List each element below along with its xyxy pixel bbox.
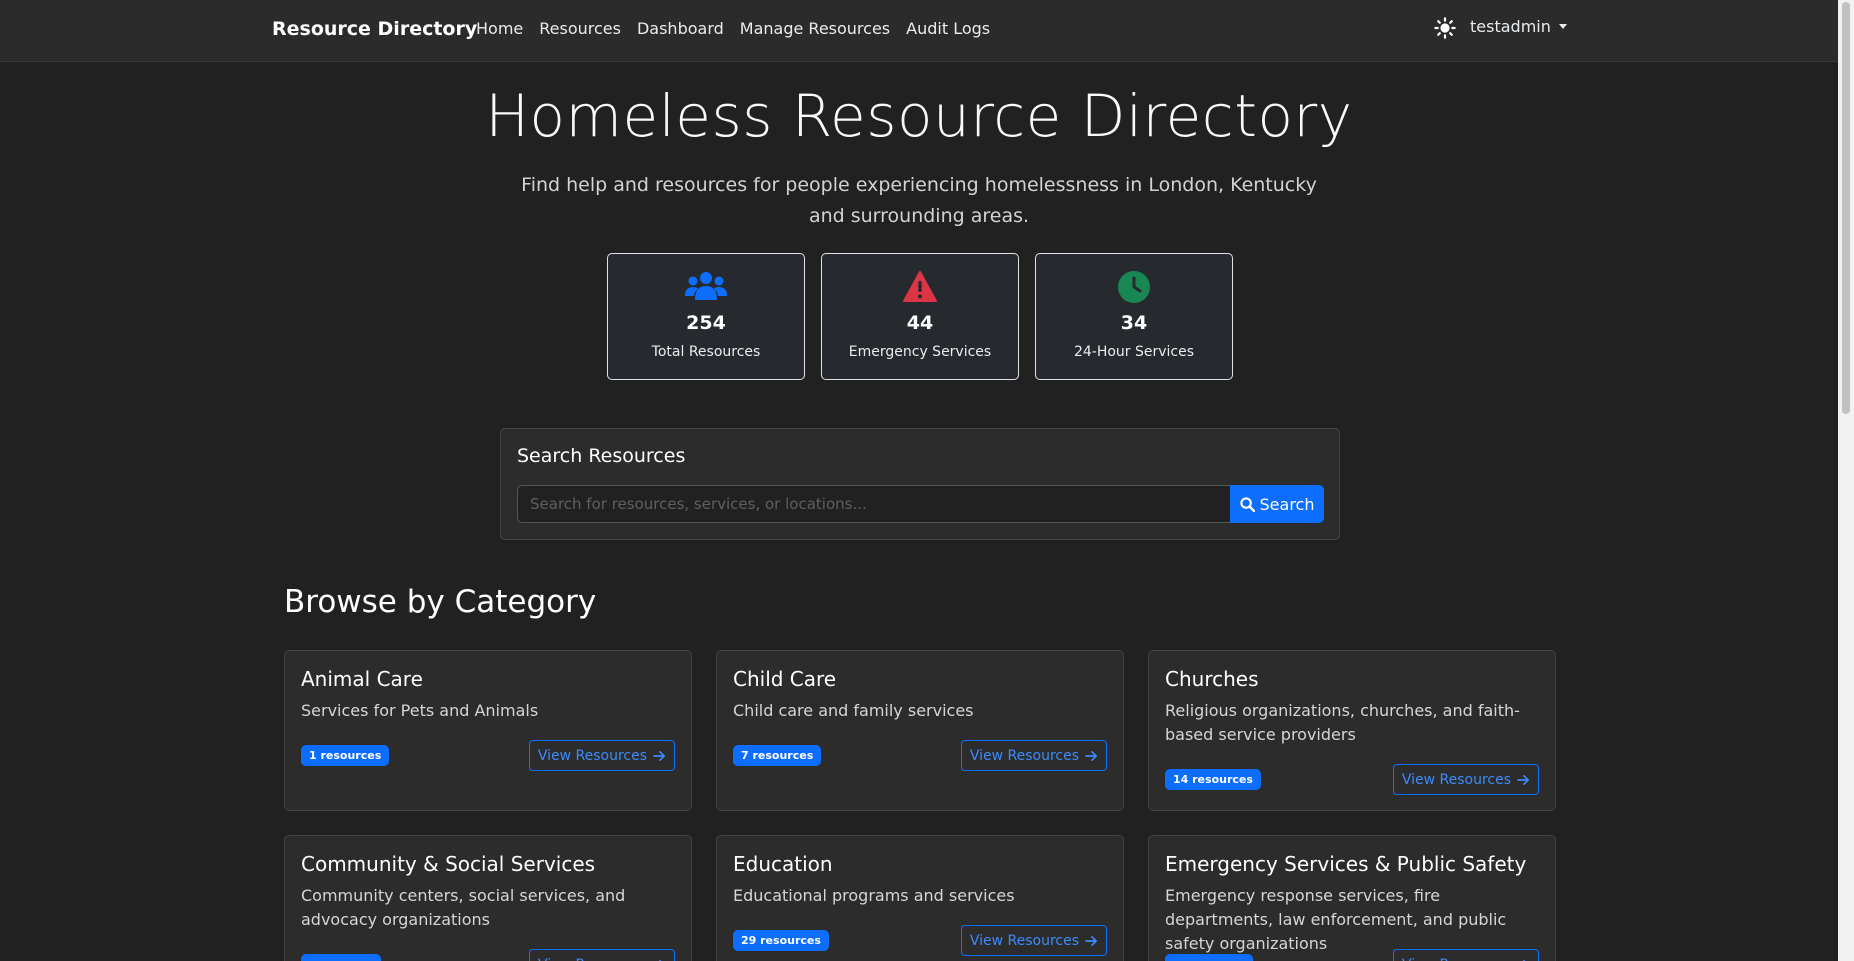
resource-count-badge — [301, 954, 381, 961]
nav-dashboard[interactable]: Dashboard — [637, 19, 724, 38]
brand-link[interactable]: Resource Directory — [272, 18, 477, 40]
stat-value: 254 — [686, 312, 726, 334]
scrollbar[interactable] — [1838, 0, 1854, 961]
category-description: Services for Pets and Animals — [301, 701, 539, 720]
page-title: Homeless Resource Directory — [485, 82, 1353, 150]
search-button[interactable]: Search — [1230, 485, 1324, 523]
stat-card-emergency: 44 Emergency Services — [821, 253, 1019, 380]
category-description: Community centers, social services, and … — [301, 886, 626, 929]
view-resources-button[interactable]: View Resources — [1392, 764, 1539, 795]
nav-links: Home Resources Dashboard Manage Resource… — [476, 19, 1006, 38]
user-menu[interactable]: testadmin — [1470, 17, 1567, 36]
resource-count-badge — [1165, 954, 1253, 961]
search-card: Search Resources Search — [500, 428, 1340, 540]
view-resources-button[interactable]: View Resources — [960, 740, 1107, 771]
stat-value: 34 — [1120, 312, 1148, 334]
arrow-right-icon — [653, 750, 666, 761]
category-card-education: Education Educational programs and servi… — [716, 835, 1124, 961]
nav-manage-resources[interactable]: Manage Resources — [740, 19, 890, 38]
view-resources-button[interactable]: View Resources — [528, 949, 675, 961]
search-title: Search Resources — [517, 445, 686, 467]
category-card-emergency-services: Emergency Services & Public Safety Emerg… — [1148, 835, 1556, 961]
category-name: Animal Care — [301, 667, 423, 691]
stat-card-total: 254 Total Resources — [607, 253, 805, 380]
resource-count-badge: 7 resources — [733, 745, 822, 766]
arrow-right-icon — [1085, 935, 1098, 946]
arrow-right-icon — [1517, 774, 1530, 785]
resource-count-badge: 14 resources — [1165, 769, 1261, 790]
category-description: Emergency response services, fire depart… — [1165, 886, 1507, 953]
view-resources-button[interactable]: View Resources — [528, 740, 675, 771]
sun-icon[interactable] — [1434, 17, 1456, 39]
category-name: Churches — [1165, 667, 1259, 691]
stat-card-24hour: 34 24-Hour Services — [1035, 253, 1233, 380]
view-resources-label: View Resources — [1401, 771, 1511, 788]
stat-label: 24-Hour Services — [1073, 344, 1195, 360]
category-description: Religious organizations, churches, and f… — [1165, 701, 1520, 744]
warning-icon — [822, 270, 1018, 306]
stat-value: 44 — [906, 312, 934, 334]
view-resources-label: View Resources — [1402, 957, 1511, 961]
nav-resources[interactable]: Resources — [539, 19, 621, 38]
navbar: Resource Directory Home Resources Dashbo… — [0, 0, 1838, 62]
search-button-label: Search — [1259, 494, 1315, 514]
search-icon — [1239, 496, 1255, 512]
username: testadmin — [1470, 17, 1551, 36]
view-resources-button[interactable]: View Resources — [960, 925, 1107, 956]
category-name: Child Care — [733, 667, 837, 691]
view-resources-label: View Resources — [537, 747, 647, 764]
category-name: Education — [733, 852, 833, 876]
nav-home[interactable]: Home — [476, 19, 523, 38]
arrow-right-icon — [1085, 750, 1098, 761]
category-card-community-social-services: Community & Social Services Community ce… — [284, 835, 692, 961]
stat-label: Total Resources — [651, 344, 761, 360]
category-card-churches: Churches Religious organizations, church… — [1148, 650, 1556, 811]
category-card-child-care: Child Care Child care and family service… — [716, 650, 1124, 811]
clock-icon — [1036, 270, 1232, 306]
category-name: Community & Social Services — [301, 852, 596, 876]
resource-count-badge: 29 resources — [733, 930, 829, 951]
scrollbar-thumb[interactable] — [1842, 2, 1850, 414]
category-description: Educational programs and services — [733, 886, 1015, 905]
view-resources-label: View Resources — [969, 747, 1079, 764]
view-resources-button[interactable]: View Resources — [1392, 949, 1539, 961]
view-resources-label: View Resources — [969, 932, 1079, 949]
nav-audit-logs[interactable]: Audit Logs — [906, 19, 990, 38]
stat-label: Emergency Services — [848, 344, 992, 360]
users-icon — [608, 270, 804, 306]
page-subtitle: Find help and resources for people exper… — [521, 174, 1317, 227]
section-title: Browse by Category — [284, 584, 597, 620]
search-input[interactable] — [517, 485, 1230, 523]
view-resources-label: View Resources — [538, 957, 647, 961]
caret-down-icon — [1558, 24, 1567, 29]
category-name: Emergency Services & Public Safety — [1165, 852, 1527, 876]
category-card-animal-care: Animal Care Services for Pets and Animal… — [284, 650, 692, 811]
category-description: Child care and family services — [733, 701, 974, 720]
resource-count-badge: 1 resources — [301, 745, 390, 766]
